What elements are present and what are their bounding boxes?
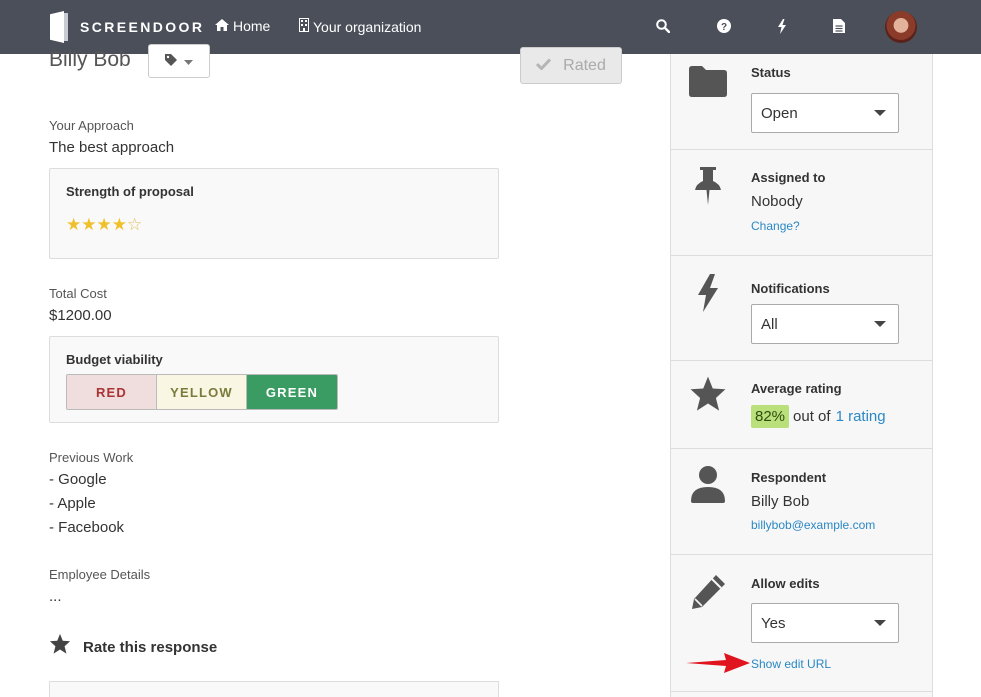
notifications-section: Notifications All [671,256,932,361]
previous-work-item: - Apple [49,495,96,512]
star-filled-icon[interactable]: ★ [81,215,96,234]
star-icon [49,633,71,662]
select-caret-icon [874,110,886,116]
brand-name: SCREENDOOR [80,19,205,35]
star-empty-icon[interactable]: ☆ [127,215,142,234]
approach-label: Your Approach [49,118,134,133]
rate-response-heading: Rate this response [49,633,217,662]
budget-option-yellow[interactable]: YELLOW [157,375,247,409]
previous-work-item: - Google [49,471,107,488]
average-rating-title: Average rating [751,381,842,396]
chevron-down-icon [184,54,193,69]
budget-viability-box: Budget viability RED YELLOW GREEN [49,336,499,423]
star-filled-icon[interactable]: ★ [66,215,81,234]
status-select-value: Open [761,104,798,122]
nav-organization-link[interactable]: Your organization [299,18,421,35]
response-title: Billy Bob [49,48,131,71]
respondent-email-link[interactable]: billybob@example.com [751,518,875,532]
cost-value: $1200.00 [49,307,112,324]
red-arrow-annotation-icon [686,653,750,673]
status-select[interactable]: Open [751,93,899,133]
document-icon[interactable] [830,17,848,35]
star-rating[interactable]: ★★★★☆ [66,215,142,235]
search-icon[interactable] [654,17,672,35]
nav-home-label: Home [233,18,271,34]
previous-work-label: Previous Work [49,450,134,465]
notifications-select-value: All [761,315,778,333]
folder-icon [689,62,727,100]
employee-details-label: Employee Details [49,567,151,582]
tag-icon [165,53,177,69]
rating-count-link[interactable]: 1 rating [836,408,886,425]
assigned-value: Nobody [751,193,803,210]
allow-edits-title: Allow edits [751,576,820,591]
rate-response-label: Rate this response [83,639,218,656]
rating-form-box [49,681,499,697]
respondent-title: Respondent [751,470,827,485]
change-assignee-link[interactable]: Change? [751,219,800,233]
select-caret-icon [874,321,886,327]
show-edit-url-link[interactable]: Show edit URL [751,657,831,671]
bolt-icon [689,274,727,312]
star-filled-icon[interactable]: ★ [97,215,112,234]
assigned-title: Assigned to [751,170,826,185]
previous-work-item: - Facebook [49,519,125,536]
help-icon[interactable]: ? [715,17,733,35]
select-caret-icon [874,620,886,626]
status-section: Status Open [671,54,932,150]
average-rating-text: out of [793,408,831,425]
pencil-icon [689,573,727,611]
rated-label: Rated [563,56,606,74]
budget-option-green[interactable]: GREEN [247,375,337,409]
star-icon [689,375,727,413]
rated-button[interactable]: Rated [520,47,622,84]
budget-title: Budget viability [66,352,163,367]
status-title: Status [751,65,791,80]
user-avatar[interactable] [885,11,917,43]
notifications-select[interactable]: All [751,304,899,344]
door-logo-icon [50,11,70,43]
average-rating-line: 82% out of 1 rating [751,405,886,428]
assigned-section: Assigned to Nobody Change? [671,150,932,256]
building-icon [299,18,309,35]
average-rating-percent: 82% [751,405,790,428]
brand-logo[interactable]: SCREENDOOR [50,11,204,43]
notifications-title: Notifications [751,281,830,296]
cost-label: Total Cost [49,286,107,301]
nav-home-link[interactable]: Home [215,18,270,34]
approach-value: The best approach [49,139,175,156]
respondent-name: Billy Bob [751,493,810,510]
user-icon [689,465,727,503]
employee-details-value: ... [49,588,62,605]
strength-title: Strength of proposal [66,184,194,199]
tag-dropdown-button[interactable] [148,44,210,78]
home-icon [215,18,229,34]
pushpin-icon [689,167,727,205]
response-sidebar: Status Open Assigned to Nobody Change? N… [670,54,933,697]
checkmark-icon [536,57,552,75]
allow-edits-select-value: Yes [761,614,786,632]
respondent-section: Respondent Billy Bob billybob@example.co… [671,449,932,555]
nav-organization-label: Your organization [313,18,422,35]
strength-rating-box: Strength of proposal ★★★★☆ [49,168,499,259]
allow-edits-select[interactable]: Yes [751,603,899,643]
svg-text:?: ? [721,22,727,33]
star-filled-icon[interactable]: ★ [112,215,127,234]
budget-segmented-control: RED YELLOW GREEN [66,374,338,410]
bolt-icon[interactable] [773,17,791,35]
budget-option-red[interactable]: RED [67,375,157,409]
